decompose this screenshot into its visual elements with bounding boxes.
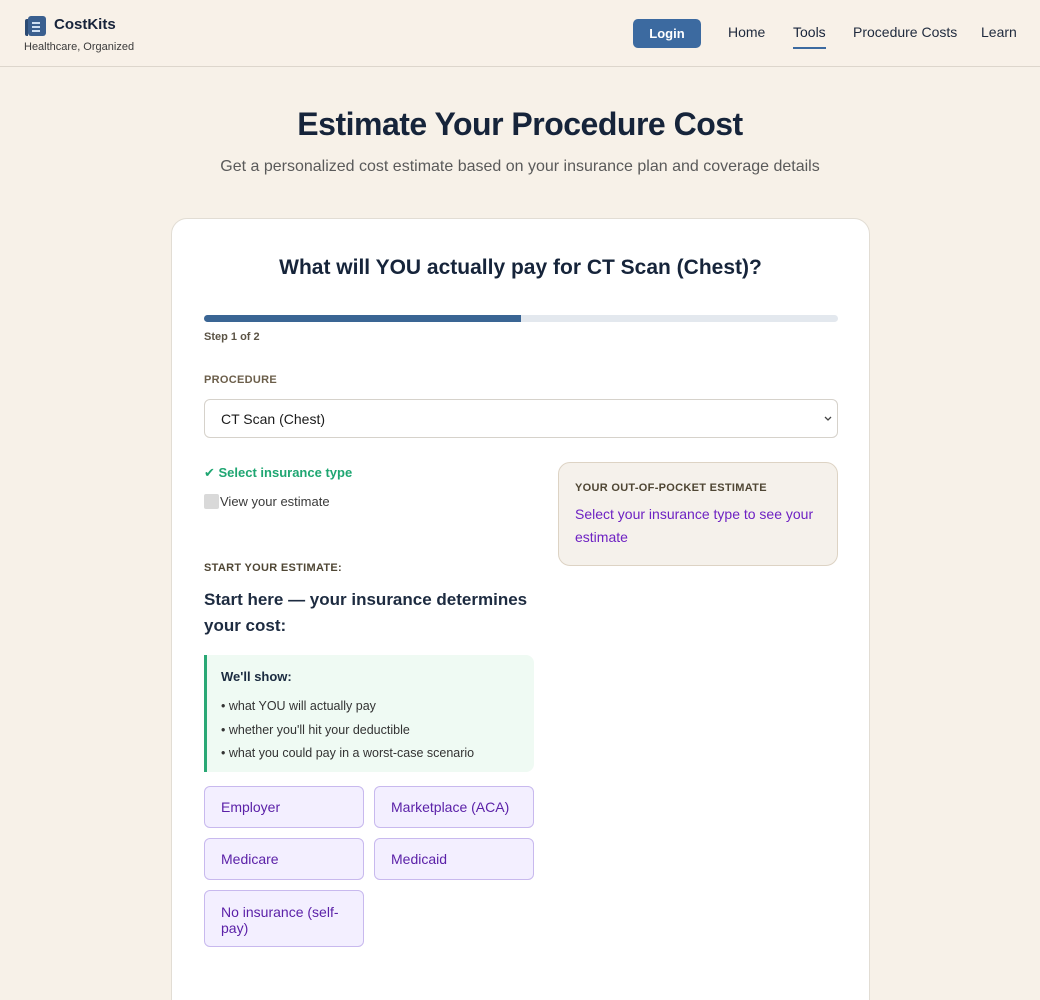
list-item: • whether you'll hit your deductible — [221, 722, 410, 737]
list-item: • what YOU will actually pay — [221, 699, 376, 713]
insurance-self-pay-button[interactable]: No insurance (self-pay) — [204, 890, 364, 947]
start-label: START YOUR ESTIMATE: — [204, 562, 342, 574]
step-indicator: Step 1 of 2 — [204, 331, 260, 343]
chevron-down-icon — [823, 410, 833, 431]
progress-fill — [204, 315, 521, 322]
login-button[interactable]: Login — [633, 19, 701, 48]
page-title: Estimate Your Procedure Cost — [297, 106, 743, 142]
estimate-panel: YOUR OUT-OF-POCKET ESTIMATE Select your … — [558, 462, 838, 566]
page-subtitle: Get a personalized cost estimate based o… — [220, 158, 820, 175]
nav-tools[interactable]: Tools — [793, 24, 826, 49]
list-item: • what you could pay in a worst-case sce… — [221, 746, 475, 760]
insurance-medicaid-button[interactable]: Medicaid — [374, 838, 534, 880]
step-view-estimate-label: View your estimate — [220, 494, 330, 509]
brand-name: CostKits — [54, 16, 116, 33]
estimate-card: What will YOU actually pay for CT Scan (… — [171, 218, 870, 1000]
step-select-insurance: ✔ Select insurance type — [204, 465, 353, 480]
procedure-label: PROCEDURE — [204, 374, 277, 386]
procedure-select[interactable]: CT Scan (Chest) — [204, 399, 838, 438]
card-title: What will YOU actually pay for CT Scan (… — [279, 256, 762, 279]
insurance-medicare-button[interactable]: Medicare — [204, 838, 364, 880]
checkbox-icon — [204, 494, 219, 509]
nav-home[interactable]: Home — [728, 24, 765, 40]
insurance-marketplace-button[interactable]: Marketplace (ACA) — [374, 786, 534, 828]
start-heading: Start here — your insurance determines y… — [204, 590, 528, 635]
estimate-panel-message: Select your insurance type to see your e… — [575, 506, 814, 545]
nav-procedure-costs[interactable]: Procedure Costs — [853, 24, 957, 40]
info-title: We'll show: — [221, 669, 292, 684]
site-header: CostKits Healthcare, Organized Login Hom… — [0, 0, 1040, 67]
procedure-select-value: CT Scan (Chest) — [221, 411, 325, 427]
brand-tagline: Healthcare, Organized — [24, 41, 135, 53]
clipboard-icon — [25, 16, 46, 36]
progress-bar — [204, 315, 838, 322]
nav-learn[interactable]: Learn — [981, 24, 1017, 40]
info-list: • what YOU will actually pay • whether y… — [221, 695, 474, 766]
info-box: We'll show: • what YOU will actually pay… — [204, 655, 534, 772]
estimate-panel-label: YOUR OUT-OF-POCKET ESTIMATE — [575, 482, 767, 494]
insurance-employer-button[interactable]: Employer — [204, 786, 364, 828]
